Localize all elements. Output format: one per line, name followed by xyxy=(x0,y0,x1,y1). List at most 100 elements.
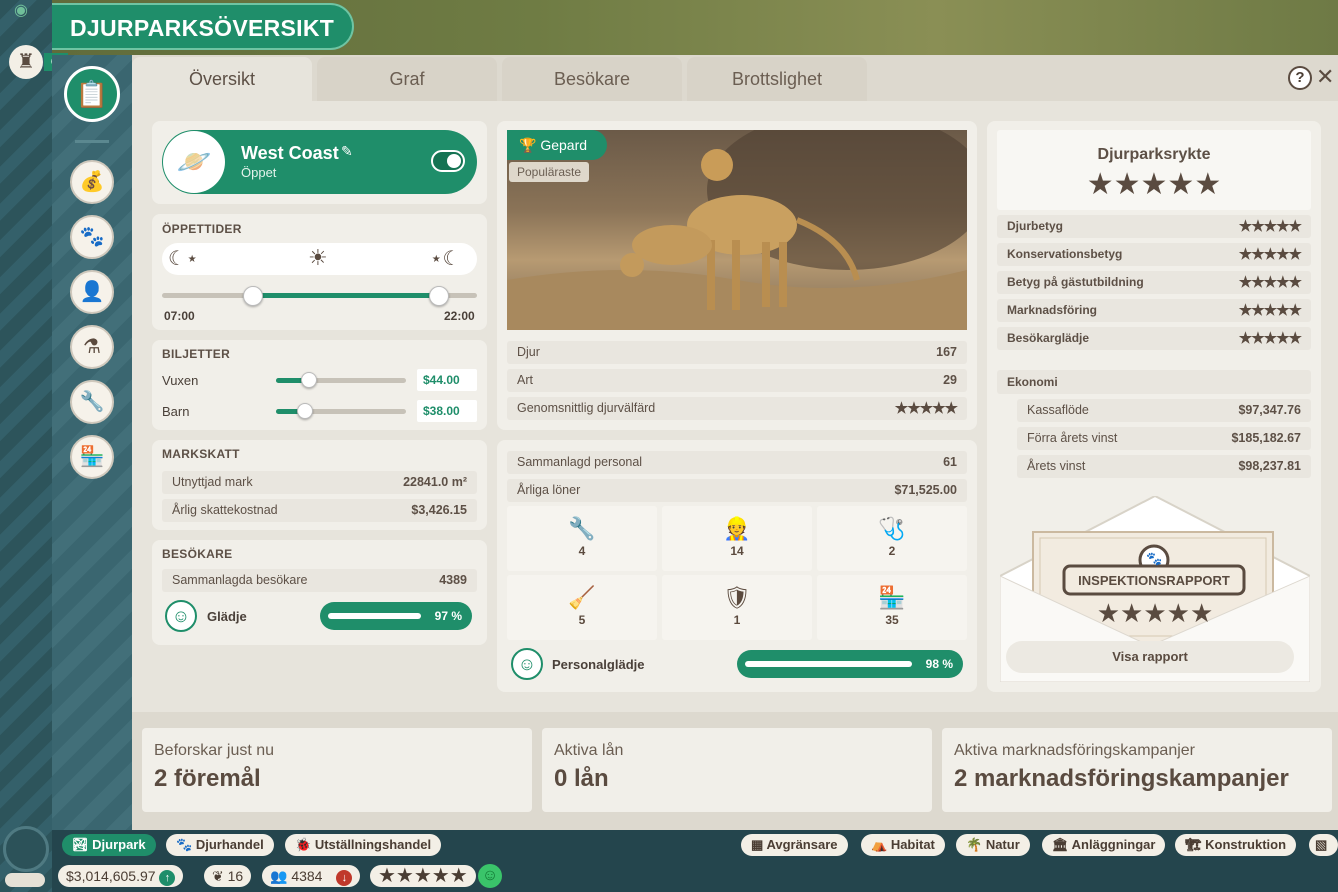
row-value: 4389 xyxy=(439,573,467,587)
nav-label: Habitat xyxy=(890,837,935,852)
eye-icon[interactable]: ◉ xyxy=(14,0,38,19)
guests-display[interactable]: 👥 4384 ↓ xyxy=(262,865,361,887)
adult-price-field[interactable]: $44.00 xyxy=(417,369,477,391)
guests-value: 4384 xyxy=(291,868,323,884)
tab-visitors[interactable]: Besökare xyxy=(502,57,682,101)
opening-time: 07:00 xyxy=(164,309,195,323)
row-label: Sammanlagda besökare xyxy=(172,573,308,587)
nav-nature[interactable]: 🌴 Natur xyxy=(956,834,1030,856)
nav-facilities[interactable]: 🏛 Anläggningar xyxy=(1042,834,1166,856)
staff-type-vendor[interactable]: 🏪 35 xyxy=(817,575,967,640)
child-price-slider[interactable] xyxy=(296,403,313,419)
nav-label: Konstruktion xyxy=(1205,837,1287,852)
security-badge-icon: 🛡 xyxy=(723,585,751,610)
rating-stars: ★★★★★ xyxy=(1238,302,1302,319)
shop-nav-icon[interactable]: 🏪 xyxy=(70,435,114,479)
building-icon: 🏛 xyxy=(1052,837,1069,852)
row-label: Årliga löner xyxy=(517,483,581,497)
nav-label: Djurhandel xyxy=(195,837,264,852)
conservation-value: 16 xyxy=(227,868,244,884)
row-label: Djurbetyg xyxy=(1007,219,1064,233)
visitors-heading: BESÖKARE xyxy=(162,547,233,561)
land-tax-row: Utnyttjad mark 22841.0 m² xyxy=(162,471,477,494)
rating-stars: ★★★★★ xyxy=(1238,246,1302,263)
row-label: Genomsnittlig djurvälfärd xyxy=(517,401,656,415)
paw-icon[interactable]: 🐾 xyxy=(70,215,114,259)
finance-icon[interactable]: 💰 xyxy=(70,160,114,204)
trend-up-icon: ↑ xyxy=(159,870,176,886)
wrench-icon: 🔧 xyxy=(568,516,596,541)
nav-habitat[interactable]: ⛺ Habitat xyxy=(861,834,945,856)
paw-seal-icon: 🐾 xyxy=(1146,551,1163,566)
card-title: Aktiva lån xyxy=(554,742,624,759)
card-title: Aktiva marknadsföringskampanjer xyxy=(954,742,1195,759)
conservation-display[interactable]: ❦ 16 xyxy=(204,865,252,887)
staff-happiness-value: 98 % xyxy=(925,657,953,671)
research-card[interactable]: Beforskar just nu 2 föremål xyxy=(142,728,532,812)
featured-species-badge: 🏆 Gepard xyxy=(507,130,607,160)
row-value: $97,347.76 xyxy=(1238,403,1301,417)
rating-row: Betyg på gästutbildning ★★★★★ xyxy=(997,271,1311,294)
nav-exhibit-trade[interactable]: 🐞 Utställningshandel xyxy=(285,834,442,856)
row-value: $98,237.81 xyxy=(1238,459,1301,473)
chess-icon[interactable]: ♜ xyxy=(9,45,43,79)
child-price-field[interactable]: $38.00 xyxy=(417,400,477,422)
night-moon-icon: ☾⋆ xyxy=(168,248,199,270)
habitat-icon: ⛺ xyxy=(871,837,888,852)
staff-icon[interactable]: 👤 xyxy=(70,270,114,314)
rating-row: Konservationsbetyg ★★★★★ xyxy=(997,243,1311,266)
park-rating-stars[interactable]: ★★★★★ xyxy=(370,865,476,887)
staff-smiley-icon: ☺ xyxy=(511,648,543,680)
guests-icon: 👥 xyxy=(270,868,288,884)
staff-count: 5 xyxy=(578,613,586,627)
rating-row: Besökarglädje ★★★★★ xyxy=(997,327,1311,350)
park-open-toggle[interactable] xyxy=(431,150,465,172)
park-icon: 🏞 xyxy=(72,837,89,852)
row-label: Besökarglädje xyxy=(1007,331,1090,345)
clipboard-icon[interactable]: 📋 xyxy=(64,66,120,122)
money-value: $3,014,605.97 xyxy=(66,868,156,884)
animal-stat-row: Genomsnittlig djurvälfärd ★★★★★ xyxy=(507,397,967,420)
staff-type-vet[interactable]: 🩺 2 xyxy=(817,506,967,571)
rating-row: Djurbetyg ★★★★★ xyxy=(997,215,1311,238)
staff-type-security[interactable]: 🛡 1 xyxy=(662,575,812,640)
staff-type-zookeeper[interactable]: 👷 14 xyxy=(662,506,812,571)
tab-crime[interactable]: Brottslighet xyxy=(687,57,867,101)
speed-toggle[interactable] xyxy=(5,873,45,887)
closing-time: 22:00 xyxy=(444,309,475,323)
maintenance-icon[interactable]: 🔧 xyxy=(70,380,114,424)
tab-overview[interactable]: Översikt xyxy=(132,57,312,101)
nav-animal-trade[interactable]: 🐾 Djurhandel xyxy=(166,834,274,856)
leaf-icon: ❦ xyxy=(212,868,224,884)
help-icon[interactable]: ? xyxy=(1288,66,1312,90)
research-icon[interactable]: ⚗ xyxy=(70,325,114,369)
row-label: Förra årets vinst xyxy=(1027,431,1118,445)
nav-barriers[interactable]: ▦ Avgränsare xyxy=(741,834,848,856)
child-ticket-label: Barn xyxy=(162,404,190,419)
row-label: Marknadsföring xyxy=(1007,303,1098,317)
nav-zoo[interactable]: 🏞 Djurpark xyxy=(62,834,156,856)
blueprint-icon: ▧ xyxy=(1315,837,1328,852)
row-label: Årets vinst xyxy=(1027,459,1086,473)
nav-construction[interactable]: 🏗 Konstruktion xyxy=(1175,834,1297,856)
adult-price-slider[interactable] xyxy=(300,372,317,388)
view-report-button[interactable]: Visa rapport xyxy=(1006,641,1294,673)
close-icon[interactable]: ✕ xyxy=(1316,64,1334,90)
total-visitors-row: Sammanlagda besökare 4389 xyxy=(162,569,477,592)
loans-card[interactable]: Aktiva lån 0 lån xyxy=(542,728,932,812)
marketing-card[interactable]: Aktiva marknadsföringskampanjer 2 marknad… xyxy=(942,728,1332,812)
nav-more[interactable]: ▧ xyxy=(1309,834,1338,856)
money-display[interactable]: $3,014,605.97 ↑ xyxy=(58,865,184,887)
card-value: 0 lån xyxy=(554,765,609,792)
time-dial[interactable] xyxy=(3,826,49,872)
animal-stat-row: Djur 167 xyxy=(507,341,967,364)
tab-graph[interactable]: Graf xyxy=(317,57,497,101)
staff-type-janitor[interactable]: 🧹 5 xyxy=(507,575,657,640)
pencil-icon[interactable]: ✎ xyxy=(341,143,353,160)
card-title: Beforskar just nu xyxy=(154,742,275,759)
tree-icon: 🌴 xyxy=(966,837,983,852)
economy-heading-row: Ekonomi xyxy=(997,370,1311,394)
staff-type-mechanic[interactable]: 🔧 4 xyxy=(507,506,657,571)
inspection-stars: ★★★★★ xyxy=(1096,598,1214,628)
happiness-face-icon[interactable]: ☺ xyxy=(478,864,502,888)
